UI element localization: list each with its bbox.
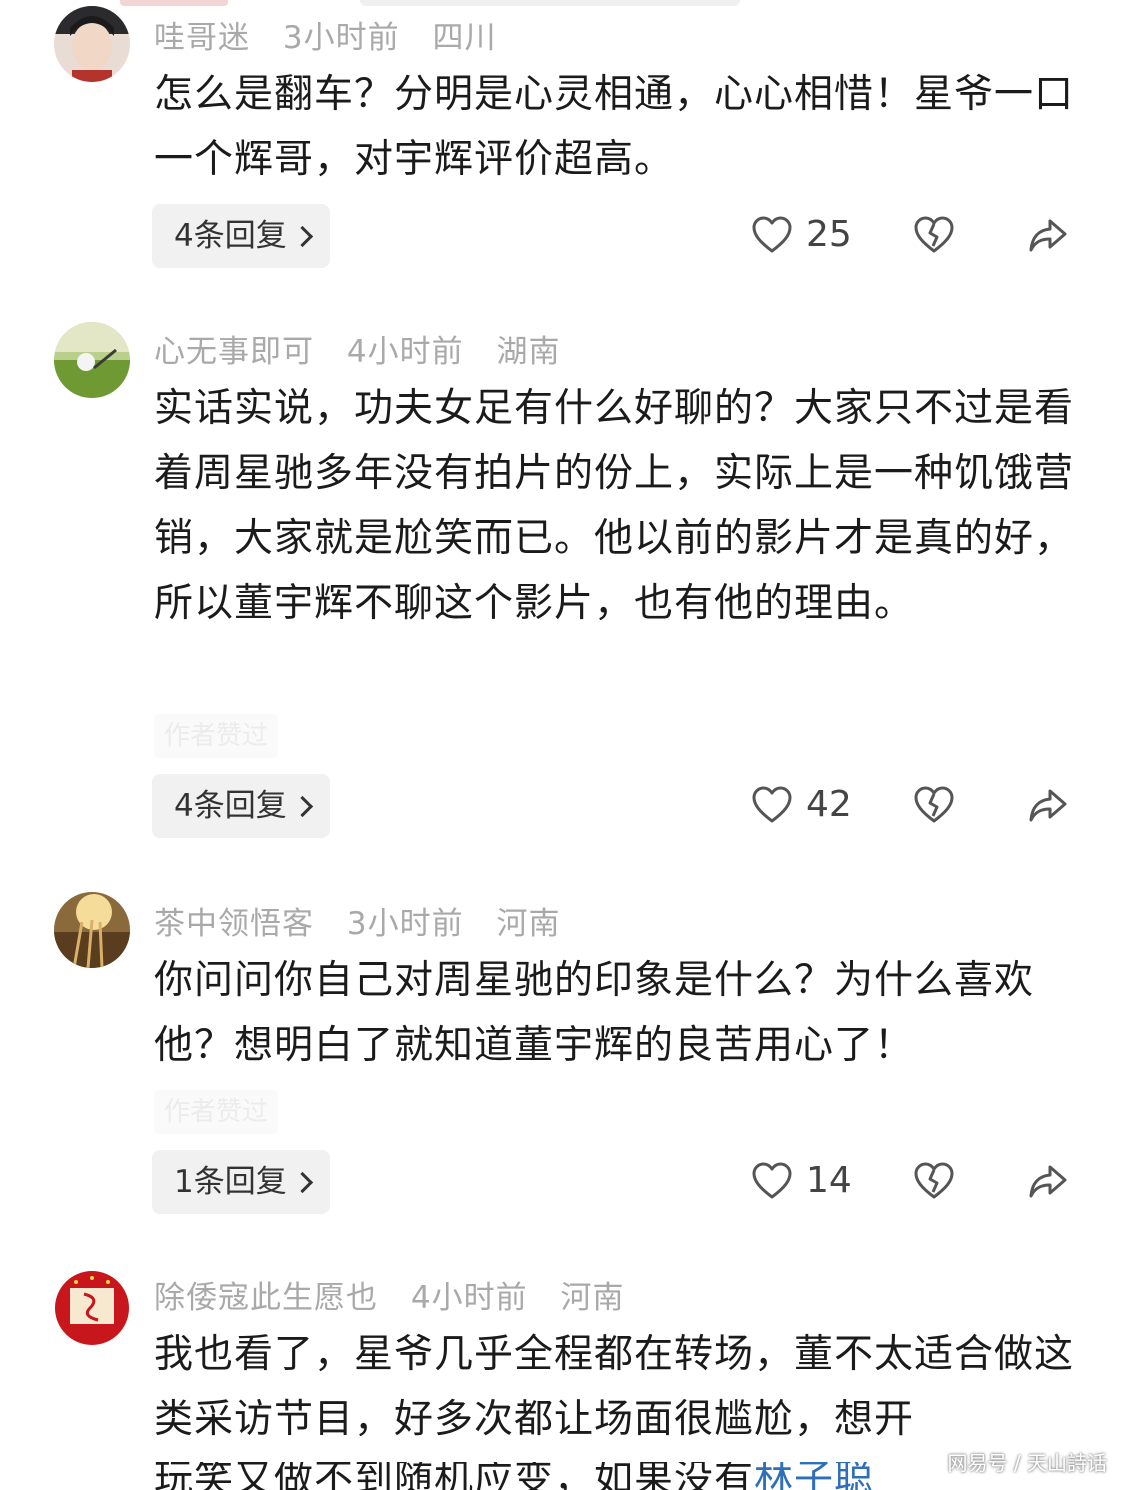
like-button[interactable]: 42: [752, 784, 852, 825]
username[interactable]: 心无事即可: [154, 334, 314, 370]
share-button[interactable]: [1028, 788, 1068, 828]
comment-actions: 42: [0, 774, 1125, 838]
share-button[interactable]: [1028, 1164, 1068, 1204]
location: 河南: [496, 906, 561, 942]
dislike-button[interactable]: [914, 1162, 954, 1204]
broken-heart-icon: [914, 216, 954, 253]
like-count: 42: [806, 784, 852, 825]
broken-heart-icon: [914, 786, 954, 823]
like-button[interactable]: 25: [752, 214, 852, 255]
like-count: 14: [806, 1160, 852, 1201]
heart-outline-icon: [752, 786, 792, 822]
comment-meta: 心无事即可 4小时前 湖南: [154, 326, 582, 371]
avatar[interactable]: [54, 892, 130, 968]
share-button[interactable]: [1028, 218, 1068, 258]
comment-actions: 25: [0, 204, 1125, 268]
top-decoration-2: [360, 0, 740, 6]
location: 湖南: [496, 334, 561, 370]
timestamp: 4小时前: [410, 1280, 528, 1316]
timestamp: 3小时前: [346, 906, 464, 942]
like-button[interactable]: 14: [752, 1160, 852, 1201]
username[interactable]: 除倭寇此生愿也: [154, 1280, 378, 1316]
username[interactable]: 茶中领悟客: [154, 906, 314, 942]
timestamp: 3小时前: [282, 20, 400, 56]
top-decoration: [120, 0, 228, 6]
comment-text: 实话实说，功夫女足有什么好聊的？大家只不过是看着周星驰多年没有拍片的份上，实际上…: [154, 386, 1075, 626]
comment-meta: 除倭寇此生愿也 4小时前 河南: [154, 1272, 646, 1317]
cut-text: 玩笑又做不到随机应变，如果没有: [154, 1462, 755, 1490]
username[interactable]: 哇哥迷: [154, 20, 250, 56]
dislike-button[interactable]: [914, 786, 954, 828]
heart-outline-icon: [752, 216, 792, 252]
broken-heart-icon: [914, 1162, 954, 1199]
timestamp: 4小时前: [346, 334, 464, 370]
avatar[interactable]: [54, 322, 130, 398]
avatar[interactable]: [54, 1270, 130, 1346]
comment-text: 你问问你自己对周星驰的印象是什么？为什么喜欢他？想明白了就知道董宇辉的良苦用心了…: [154, 958, 1035, 1068]
comment-text-cut: 玩笑又做不到随机应变，如果没有林子聪: [154, 1462, 974, 1490]
comment-meta: 哇哥迷 3小时前 四川: [154, 12, 518, 57]
comment-text: 怎么是翻车？分明是心灵相通，心心相惜！星爷一口一个辉哥，对宇辉评价超高。: [154, 72, 1075, 182]
author-liked-badge: 作者赞过: [154, 714, 279, 758]
watermark: 网易号 / 天山詩话: [947, 1451, 1107, 1475]
share-arrow-icon: [1029, 1165, 1067, 1198]
share-arrow-icon: [1029, 219, 1067, 252]
location: 河南: [560, 1280, 625, 1316]
comment-text: 我也看了，星爷几乎全程都在转场，董不太适合做这类采访节目，好多次都让场面很尴尬，…: [154, 1332, 1074, 1442]
share-arrow-icon: [1029, 789, 1067, 822]
location: 四川: [432, 20, 497, 56]
avatar[interactable]: [54, 6, 130, 82]
comment-actions: 14: [0, 1150, 1125, 1214]
comment-meta: 茶中领悟客 3小时前 河南: [154, 898, 582, 943]
heart-outline-icon: [752, 1162, 792, 1198]
mention-link[interactable]: 林子聪: [754, 1462, 874, 1490]
dislike-button[interactable]: [914, 216, 954, 258]
like-count: 25: [806, 214, 852, 255]
author-liked-badge: 作者赞过: [154, 1090, 279, 1134]
